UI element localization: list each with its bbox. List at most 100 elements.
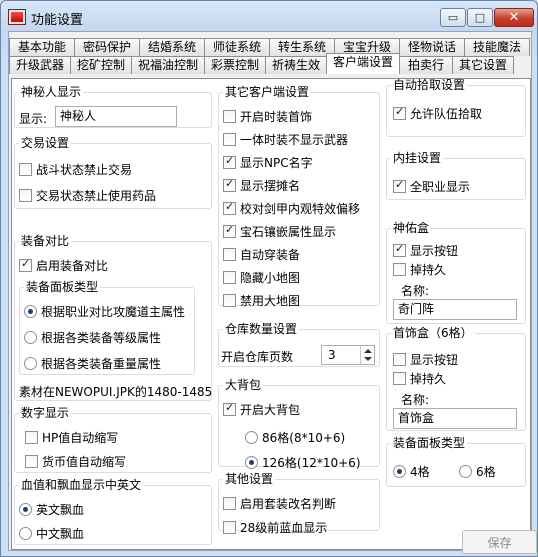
radio-icon [19,503,32,516]
all-class-show-checkbox[interactable]: 全职业显示 [393,178,470,195]
checkbox-icon [393,372,406,385]
compare-by-class-radio[interactable]: 根据职业对比攻魔道主属性 [24,303,185,320]
compare-title: 装备对比 [21,234,70,248]
shenyou-group: 神佑盒 显示按钮 掉持久 名称: 奇门阵 [386,222,526,324]
bigbag-title: 大背包 [225,378,262,392]
enable-compare-checkbox[interactable]: 启用装备对比 [19,257,108,274]
tab-marriage[interactable]: 结婚系统 [139,38,205,56]
trade-group: 交易设置 战斗状态禁止交易 交易状态禁止使用药品 [14,137,212,209]
checkbox-icon [19,257,32,272]
shenyou-title: 神佑盒 [393,221,430,235]
shoushi-lose-durability-checkbox[interactable]: 掉持久 [393,370,446,387]
tab-monster-talk[interactable]: 怪物说话 [399,38,465,56]
shenyou-show-button-checkbox[interactable]: 显示按钮 [393,242,458,259]
effect-offset-checkbox[interactable]: 校对剑甲内观特效偏移 [223,200,360,217]
panel-4-slot-radio[interactable]: 4格 [393,463,430,480]
client-other-title: 其它客户端设置 [225,85,310,99]
shoushi-group: 首饰盒（6格） 显示按钮 掉持久 名称: 首饰盒 [386,327,526,431]
close-button[interactable]: ✕ [494,8,534,27]
app-icon [8,9,26,25]
checkbox-icon [393,178,406,193]
trade-ban-potion-checkbox[interactable]: 交易状态禁止使用药品 [19,187,156,204]
radio-icon [245,431,258,444]
tab-mining[interactable]: 挖矿控制 [70,56,132,74]
checkbox-icon [393,105,406,120]
auto-equip-checkbox[interactable]: 自动穿装备 [223,246,300,263]
checkbox-icon [19,189,32,202]
storage-pages-label: 开启仓库页数 [221,350,294,364]
other-group: 其他设置 启用套装改名判断 28级前蓝血显示 [218,473,380,535]
disable-bigmap-checkbox[interactable]: 禁用大地图 [223,292,300,309]
spinner-arrows-icon[interactable] [360,346,374,364]
chinese-blood-radio[interactable]: 中文飘血 [19,525,84,542]
bag-126-radio[interactable]: 126格(12*10+6) [245,454,361,471]
numeric-title: 数字显示 [21,406,70,420]
storage-pages-spinner[interactable]: 3 [321,345,375,365]
compare-by-weight-radio[interactable]: 根据各类装备重量属性 [24,355,161,372]
storage-pages-value: 3 [328,348,336,362]
checkbox-icon [223,294,236,307]
blue-blood-28-checkbox[interactable]: 28级前蓝血显示 [223,519,327,536]
tab-skill-magic[interactable]: 技能魔法 [464,38,530,56]
shenyou-name-input[interactable]: 奇门阵 [393,299,517,320]
mystery-name-input[interactable]: 神秘人 [55,106,177,127]
shoushi-show-button-checkbox[interactable]: 显示按钮 [393,351,458,368]
tab-other-settings[interactable]: 其它设置 [452,56,514,74]
compare-by-level-radio[interactable]: 根据各类装备等级属性 [24,329,161,346]
settings-window: 功能设置 ▭ □ ✕ 基本功能 密码保护 结婚系统 师徒系统 转生系统 宝宝升级… [0,0,538,557]
save-button[interactable]: 保存 [462,530,537,554]
hide-weapon-checkbox[interactable]: 一体时装不显示武器 [223,131,348,148]
shenyou-name-label: 名称: [401,284,430,298]
radio-icon [459,465,472,478]
tab-auction[interactable]: 拍卖行 [399,56,453,74]
checkbox-icon [223,154,236,169]
maximize-button[interactable]: □ [467,8,493,27]
tab-mentor[interactable]: 师徒系统 [204,38,270,56]
radio-icon [24,331,37,344]
show-npc-name-checkbox[interactable]: 显示NPC名字 [223,154,313,171]
tab-basic[interactable]: 基本功能 [9,38,75,56]
compare-asset-note: 素材在NEWOPUI.JPK的1480-1485 [19,385,213,399]
show-stall-name-checkbox[interactable]: 显示摆摊名 [223,177,300,194]
checkbox-icon [223,133,236,146]
tab-lottery[interactable]: 彩票控制 [204,56,266,74]
enable-fashion-checkbox[interactable]: 开启时装首饰 [223,108,312,125]
compare-group: 装备对比 启用装备对比 装备面板类型 根据职业对比攻魔道主属性 根据各类装备等级… [14,235,212,401]
tab-prayer[interactable]: 祈祷生效 [265,56,327,74]
blood-lang-group: 血值和飘血显示中英文 英文飘血 中文飘血 [14,479,212,545]
team-pickup-checkbox[interactable]: 允许队伍拾取 [393,105,482,122]
compare-panel-group: 装备面板类型 根据职业对比攻魔道主属性 根据各类装备等级属性 根据各类装备重量属… [19,281,195,375]
tab-password[interactable]: 密码保护 [74,38,140,56]
tab-client-settings[interactable]: 客户端设置 [326,53,400,74]
checkbox-icon [25,455,38,468]
numeric-group: 数字显示 HP值自动缩写 货币值自动缩写 [14,407,212,473]
plugin-group: 内挂设置 全职业显示 [386,152,526,200]
trade-title: 交易设置 [21,136,70,150]
checkbox-icon [223,200,236,215]
hp-abbrev-checkbox[interactable]: HP值自动缩写 [25,429,118,446]
bigbag-group: 大背包 开启大背包 86格(8*10+6) 126格(12*10+6) [218,378,380,470]
tab-bless-oil[interactable]: 祝福油控制 [131,56,205,74]
minimize-button[interactable]: ▭ [440,8,466,27]
checkbox-icon [223,248,236,261]
checkbox-icon [25,431,38,444]
shoushi-name-input[interactable]: 首饰盒 [393,408,517,429]
suit-rename-checkbox[interactable]: 启用套装改名判断 [223,495,336,512]
tab-weapon-upgrade[interactable]: 升级武器 [9,56,71,74]
panel-6-slot-radio[interactable]: 6格 [459,463,496,480]
autopick-group: 自动拾取设置 允许队伍拾取 [386,79,526,137]
window-title: 功能设置 [31,13,84,28]
trade-battle-ban-checkbox[interactable]: 战斗状态禁止交易 [19,161,132,178]
hide-minimap-checkbox[interactable]: 隐藏小地图 [223,269,300,286]
bag-86-radio[interactable]: 86格(8*10+6) [245,429,345,446]
gem-attr-checkbox[interactable]: 宝石镶嵌属性显示 [223,223,336,240]
autopick-title: 自动拾取设置 [393,78,466,92]
mystery-title: 神秘人显示 [21,85,82,99]
radio-icon [19,527,32,540]
currency-abbrev-checkbox[interactable]: 货币值自动缩写 [25,453,126,470]
enable-bigbag-checkbox[interactable]: 开启大背包 [223,401,300,418]
english-blood-radio[interactable]: 英文飘血 [19,501,84,518]
shenyou-lose-durability-checkbox[interactable]: 掉持久 [393,261,446,278]
equip-panel-title: 装备面板类型 [393,436,466,450]
checkbox-icon [223,110,236,123]
